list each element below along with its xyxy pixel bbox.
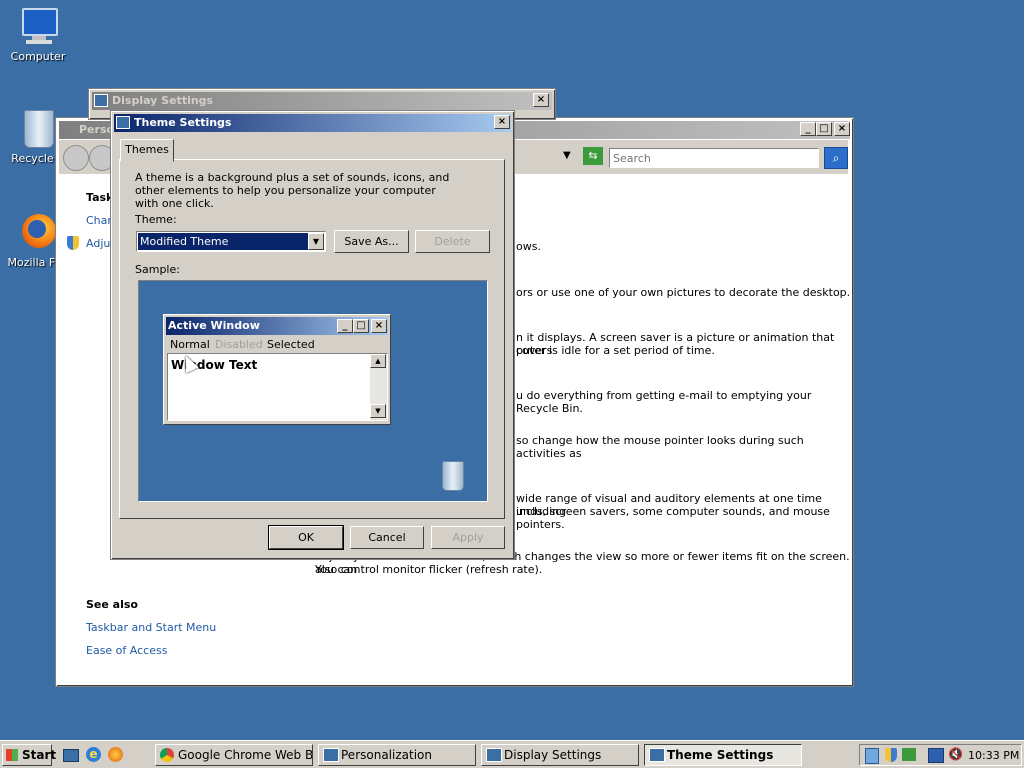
apply-button[interactable]: Apply <box>431 526 505 549</box>
window-title: Perso <box>79 123 115 136</box>
display-settings-title-bar[interactable]: Display Settings <box>92 92 552 110</box>
delete-button[interactable]: Delete <box>415 230 490 253</box>
taskbar-item-label: Google Chrome Web Bro... <box>178 748 313 762</box>
recycle-bin-icon <box>18 108 58 148</box>
maximize-button[interactable]: □ <box>816 122 832 136</box>
cancel-button[interactable]: Cancel <box>350 526 424 549</box>
preview-close-icon: × <box>371 319 387 333</box>
desktop-icon-label: Computer <box>10 50 66 63</box>
taskbar-item-display-settings[interactable]: Display Settings <box>481 744 639 766</box>
theme-icon <box>649 748 665 762</box>
desktop-icon-computer[interactable]: Computer <box>0 6 76 63</box>
theme-select-value: Modified Theme <box>138 233 308 250</box>
preview-menu-disabled: Disabled <box>215 338 263 351</box>
chevron-down-icon: ▼ <box>370 404 386 418</box>
sample-preview: Active Window _ □ × Normal Disabled Sele… <box>138 280 488 502</box>
ok-button[interactable]: OK <box>268 525 344 550</box>
theme-settings-title-bar[interactable]: Theme Settings <box>114 114 511 132</box>
firefox-icon <box>18 212 58 252</box>
body-text-line: so change how the mouse pointer looks du… <box>516 434 804 460</box>
personalization-icon <box>323 748 339 762</box>
theme-select[interactable]: Modified Theme ▼ <box>136 231 326 252</box>
start-label: Start <box>22 748 57 762</box>
windows-logo-icon <box>6 749 18 761</box>
recycle-bin-icon <box>442 461 464 491</box>
preview-menu-selected: Selected <box>267 338 315 351</box>
taskbar-item-label: Display Settings <box>504 748 602 762</box>
system-tray: 🔇 10:33 PM <box>859 744 1022 766</box>
preview-title: Active Window <box>168 319 260 332</box>
refresh-icon[interactable]: ⇆ <box>583 147 603 165</box>
preview-text-area: Window Text ▲ ▼ <box>167 353 388 421</box>
tray-app-icon[interactable] <box>865 748 879 764</box>
body-text-line: ors or use one of your own pictures to d… <box>516 286 851 299</box>
see-also-link-taskbar[interactable]: Taskbar and Start Menu <box>86 621 216 634</box>
theme-icon <box>116 116 130 129</box>
chevron-down-icon[interactable]: ▼ <box>308 233 324 250</box>
body-text-line: ows. <box>516 240 541 253</box>
see-also-heading: See also <box>86 598 138 611</box>
taskbar: Start e Google Chrome Web Bro... Persona… <box>0 740 1024 768</box>
back-button[interactable] <box>63 145 89 171</box>
taskbar-item-theme-settings[interactable]: Theme Settings <box>644 744 802 766</box>
chevron-down-icon[interactable]: ▼ <box>563 150 571 161</box>
preview-window: Active Window _ □ × Normal Disabled Sele… <box>163 314 391 425</box>
tab-label: Themes <box>125 143 169 156</box>
close-button[interactable]: × <box>834 122 850 136</box>
close-button[interactable]: × <box>533 93 549 107</box>
search-input[interactable] <box>609 148 819 168</box>
search-icon[interactable]: ⌕ <box>824 147 848 169</box>
sample-label: Sample: <box>135 263 180 276</box>
preview-scrollbar: ▲ ▼ <box>370 354 387 420</box>
show-desktop-icon[interactable] <box>63 749 79 762</box>
body-text-line: u do everything from getting e-mail to e… <box>516 389 812 415</box>
shield-icon <box>67 236 79 250</box>
body-text-line: puter is idle for a set period of time. <box>516 344 715 357</box>
theme-settings-dialog: Theme Settings × Themes A theme is a bac… <box>110 110 515 560</box>
firefox-icon[interactable] <box>108 747 123 762</box>
preview-minimize-icon: _ <box>337 319 353 333</box>
chrome-icon <box>160 748 174 762</box>
theme-label: Theme: <box>135 213 177 226</box>
tab-panel: A theme is a background plus a set of so… <box>119 159 505 519</box>
display-icon <box>94 94 108 107</box>
internet-explorer-icon[interactable]: e <box>86 747 101 762</box>
see-also-link-ease-of-access[interactable]: Ease of Access <box>86 644 167 657</box>
close-button[interactable]: × <box>494 115 510 129</box>
clock[interactable]: 10:33 PM <box>968 748 1019 764</box>
window-title: Display Settings <box>112 94 214 107</box>
chevron-up-icon: ▲ <box>370 354 386 368</box>
body-text-line: unds, screen savers, some computer sound… <box>516 505 830 531</box>
taskbar-item-label: Personalization <box>341 748 432 762</box>
body-text-line: also control monitor flicker (refresh ra… <box>315 563 543 576</box>
start-button[interactable]: Start <box>2 744 56 766</box>
volume-muted-icon[interactable]: 🔇 <box>948 747 963 762</box>
monitor-icon[interactable] <box>928 748 944 763</box>
network-icon[interactable] <box>902 748 916 761</box>
tab-themes[interactable]: Themes <box>120 139 174 162</box>
theme-description: A theme is a background plus a set of so… <box>135 171 450 210</box>
shield-icon[interactable] <box>885 748 897 762</box>
preview-maximize-icon: □ <box>353 319 369 333</box>
preview-menu-normal: Normal <box>170 338 210 351</box>
taskbar-item-personalization[interactable]: Personalization <box>318 744 476 766</box>
taskbar-item-chrome[interactable]: Google Chrome Web Bro... <box>155 744 313 766</box>
computer-icon <box>18 6 58 46</box>
taskbar-item-label: Theme Settings <box>667 748 774 762</box>
display-icon <box>486 748 502 762</box>
minimize-button[interactable]: _ <box>800 122 816 136</box>
save-as-button[interactable]: Save As... <box>334 230 409 253</box>
window-title: Theme Settings <box>134 116 232 129</box>
